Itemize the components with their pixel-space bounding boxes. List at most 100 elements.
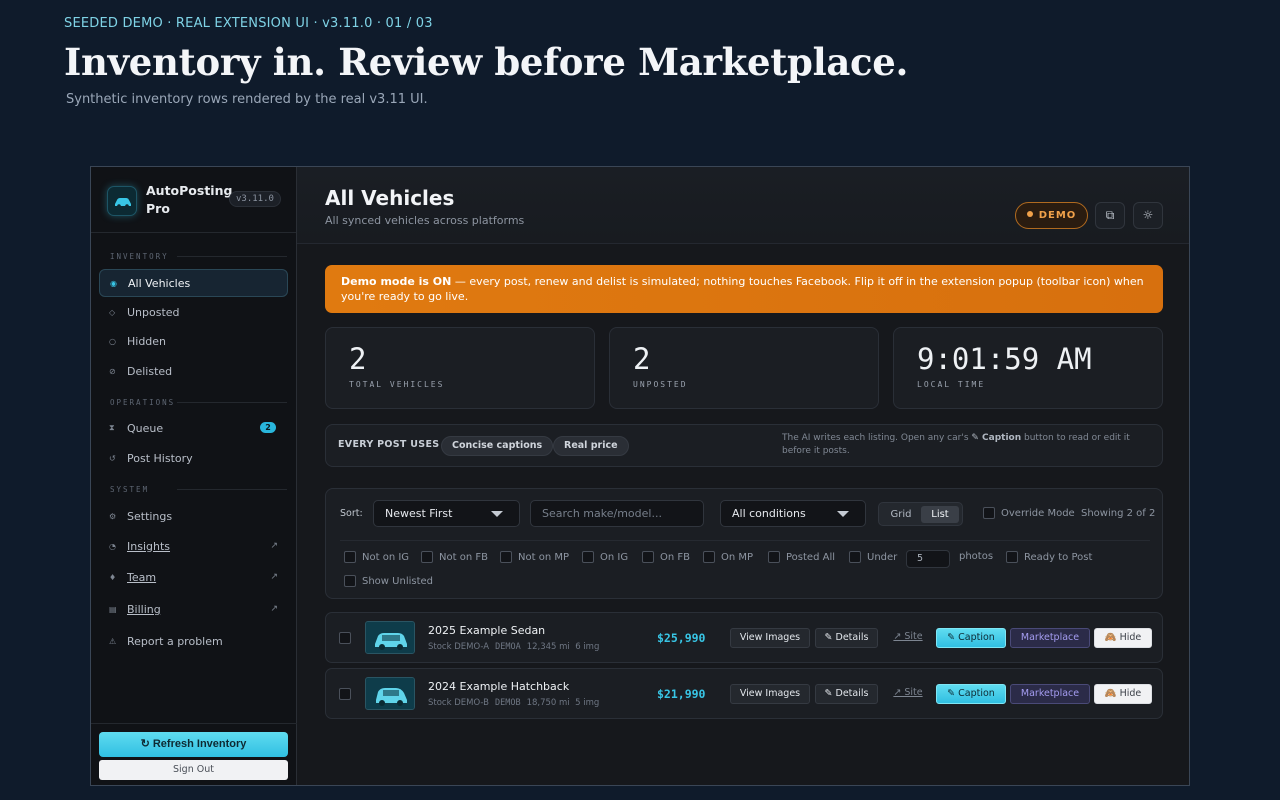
sidebar-item-label: Hidden bbox=[127, 334, 167, 348]
stock-number: Stock DEMO-B bbox=[428, 698, 489, 708]
filter-posted-all[interactable]: Posted All bbox=[768, 551, 835, 563]
caption-button[interactable]: ✎ Caption bbox=[936, 628, 1006, 648]
preferences-note: The AI writes each listing. Open any car… bbox=[782, 432, 1154, 458]
sidebar-item-post-history[interactable]: ↺ Post History bbox=[99, 444, 288, 472]
sidebar-item-hidden[interactable]: ○ Hidden bbox=[99, 327, 288, 355]
row-checkbox[interactable] bbox=[339, 632, 351, 644]
photos-label: photos bbox=[959, 551, 994, 562]
filter-label: Not on IG bbox=[362, 552, 410, 563]
car-logo-icon bbox=[107, 186, 137, 216]
checkbox[interactable] bbox=[703, 551, 715, 563]
slash-circle-icon: ⊘ bbox=[109, 366, 116, 376]
vehicle-thumbnail[interactable] bbox=[365, 677, 415, 710]
sort-value: Newest First bbox=[385, 507, 453, 520]
vehicle-meta: Stock DEMO-A DEMOA 12,345 mi 6 img bbox=[428, 642, 599, 652]
filter-not-on-fb[interactable]: Not on FB bbox=[421, 551, 488, 563]
filter-label: Posted All bbox=[786, 552, 835, 563]
dot-icon: ◉ bbox=[110, 278, 117, 288]
page-title: All Vehicles bbox=[325, 186, 455, 210]
vehicle-title[interactable]: 2024 Example Hatchback bbox=[428, 680, 569, 693]
photo-count-input[interactable]: 5 bbox=[906, 550, 950, 568]
hide-button[interactable]: 🙈 Hide bbox=[1094, 628, 1152, 648]
filter-on-mp[interactable]: On MP bbox=[703, 551, 753, 563]
checkbox[interactable] bbox=[582, 551, 594, 563]
status-dot-icon bbox=[1026, 211, 1033, 217]
hero-title: Inventory in. Review before Marketplace. bbox=[64, 40, 909, 84]
override-mode-toggle[interactable]: Override Mode bbox=[983, 507, 1075, 519]
chart-icon: ◔ bbox=[109, 541, 116, 551]
checkbox[interactable] bbox=[421, 551, 433, 563]
vehicle-row[interactable]: 2024 Example Hatchback Stock DEMO-B DEMOB… bbox=[325, 668, 1163, 719]
checkbox[interactable] bbox=[849, 551, 861, 563]
page-header: All Vehicles All synced vehicles across … bbox=[297, 167, 1189, 244]
view-images-button[interactable]: View Images bbox=[730, 628, 810, 648]
row-checkbox[interactable] bbox=[339, 688, 351, 700]
chip-real-price[interactable]: Real price bbox=[553, 436, 629, 456]
refresh-inventory-button[interactable]: ↻ Refresh Inventory bbox=[99, 732, 288, 757]
filter-label: Ready to Post bbox=[1024, 552, 1093, 563]
condition-select[interactable]: All conditions bbox=[720, 500, 866, 527]
filter-label: Under bbox=[867, 552, 898, 563]
marketplace-button[interactable]: Marketplace bbox=[1010, 628, 1090, 648]
demo-badge[interactable]: DEMO bbox=[1015, 202, 1088, 229]
chevron-down-icon bbox=[837, 511, 849, 517]
filter-ready-to-post[interactable]: Ready to Post bbox=[1006, 551, 1092, 563]
queue-count-badge: 2 bbox=[260, 422, 276, 433]
sidebar-item-unposted[interactable]: ◇ Unposted bbox=[99, 298, 288, 326]
view-images-button[interactable]: View Images bbox=[730, 684, 810, 704]
vehicle-title[interactable]: 2025 Example Sedan bbox=[428, 624, 545, 637]
filter-under-photos[interactable]: Under bbox=[849, 551, 897, 563]
filter-label: Show Unlisted bbox=[362, 576, 434, 587]
hide-button[interactable]: 🙈 Hide bbox=[1094, 684, 1152, 704]
sidebar-item-label: Unposted bbox=[127, 305, 180, 319]
site-link[interactable]: ↗ Site bbox=[892, 628, 924, 648]
checkbox[interactable] bbox=[642, 551, 654, 563]
filter-on-fb[interactable]: On FB bbox=[642, 551, 690, 563]
sidebar-item-queue[interactable]: ⧗ Queue 2 bbox=[99, 414, 288, 442]
theme-toggle-button[interactable]: ☼ bbox=[1133, 202, 1163, 229]
search-input[interactable]: Search make/model... bbox=[530, 500, 704, 527]
filter-show-unlisted[interactable]: Show Unlisted bbox=[344, 575, 433, 587]
filter-not-on-mp[interactable]: Not on MP bbox=[500, 551, 569, 563]
sidebar-item-label: Delisted bbox=[127, 364, 173, 378]
sidebar-item-billing[interactable]: ▤ Billing ↗ bbox=[99, 595, 288, 623]
sidebar-item-team[interactable]: ♦ Team ↗ bbox=[99, 563, 288, 591]
sidebar-item-label: Report a problem bbox=[127, 634, 223, 648]
checkbox[interactable] bbox=[500, 551, 512, 563]
site-link[interactable]: ↗ Site bbox=[892, 684, 924, 704]
stat-label: TOTAL VEHICLES bbox=[349, 380, 445, 389]
checkbox[interactable] bbox=[344, 575, 356, 587]
checkbox[interactable] bbox=[768, 551, 780, 563]
view-grid-button[interactable]: Grid bbox=[882, 506, 920, 523]
sidebar-item-delisted[interactable]: ⊘ Delisted bbox=[99, 357, 288, 385]
view-list-button[interactable]: List bbox=[921, 506, 959, 523]
checkbox[interactable] bbox=[1006, 551, 1018, 563]
sign-out-button[interactable]: Sign Out bbox=[99, 760, 288, 780]
sun-icon: ☼ bbox=[1142, 208, 1154, 222]
filter-on-ig[interactable]: On IG bbox=[582, 551, 628, 563]
sidebar-item-report-problem[interactable]: ⚠ Report a problem bbox=[99, 627, 288, 655]
chevron-down-icon bbox=[491, 511, 503, 517]
vehicle-thumbnail[interactable] bbox=[365, 621, 415, 654]
chip-concise-captions[interactable]: Concise captions bbox=[441, 436, 554, 456]
sort-label: Sort: bbox=[340, 508, 363, 519]
filter-not-on-ig[interactable]: Not on IG bbox=[344, 551, 409, 563]
condition-value: All conditions bbox=[732, 507, 806, 520]
details-button[interactable]: ✎ Details bbox=[815, 684, 878, 704]
checkbox[interactable] bbox=[344, 551, 356, 563]
sidebar-item-insights[interactable]: ◔ Insights ↗ bbox=[99, 532, 288, 560]
card-icon: ▤ bbox=[109, 604, 117, 614]
open-external-button[interactable]: ⧉ bbox=[1095, 202, 1125, 229]
checkbox[interactable] bbox=[983, 507, 995, 519]
details-button[interactable]: ✎ Details bbox=[815, 628, 878, 648]
caption-button[interactable]: ✎ Caption bbox=[936, 684, 1006, 704]
marketplace-button[interactable]: Marketplace bbox=[1010, 684, 1090, 704]
sidebar-item-settings[interactable]: ⚙ Settings bbox=[99, 502, 288, 530]
stock-code: DEMOB bbox=[495, 698, 521, 708]
external-link-icon: ↗ bbox=[270, 572, 278, 582]
sidebar-item-all-vehicles[interactable]: ◉ All Vehicles bbox=[99, 269, 288, 297]
stock-code: DEMOA bbox=[495, 642, 521, 652]
stat-local-time: 9:01:59 AM LOCAL TIME bbox=[893, 327, 1163, 409]
vehicle-row[interactable]: 2025 Example Sedan Stock DEMO-A DEMOA 12,3… bbox=[325, 612, 1163, 663]
sort-select[interactable]: Newest First bbox=[373, 500, 520, 527]
